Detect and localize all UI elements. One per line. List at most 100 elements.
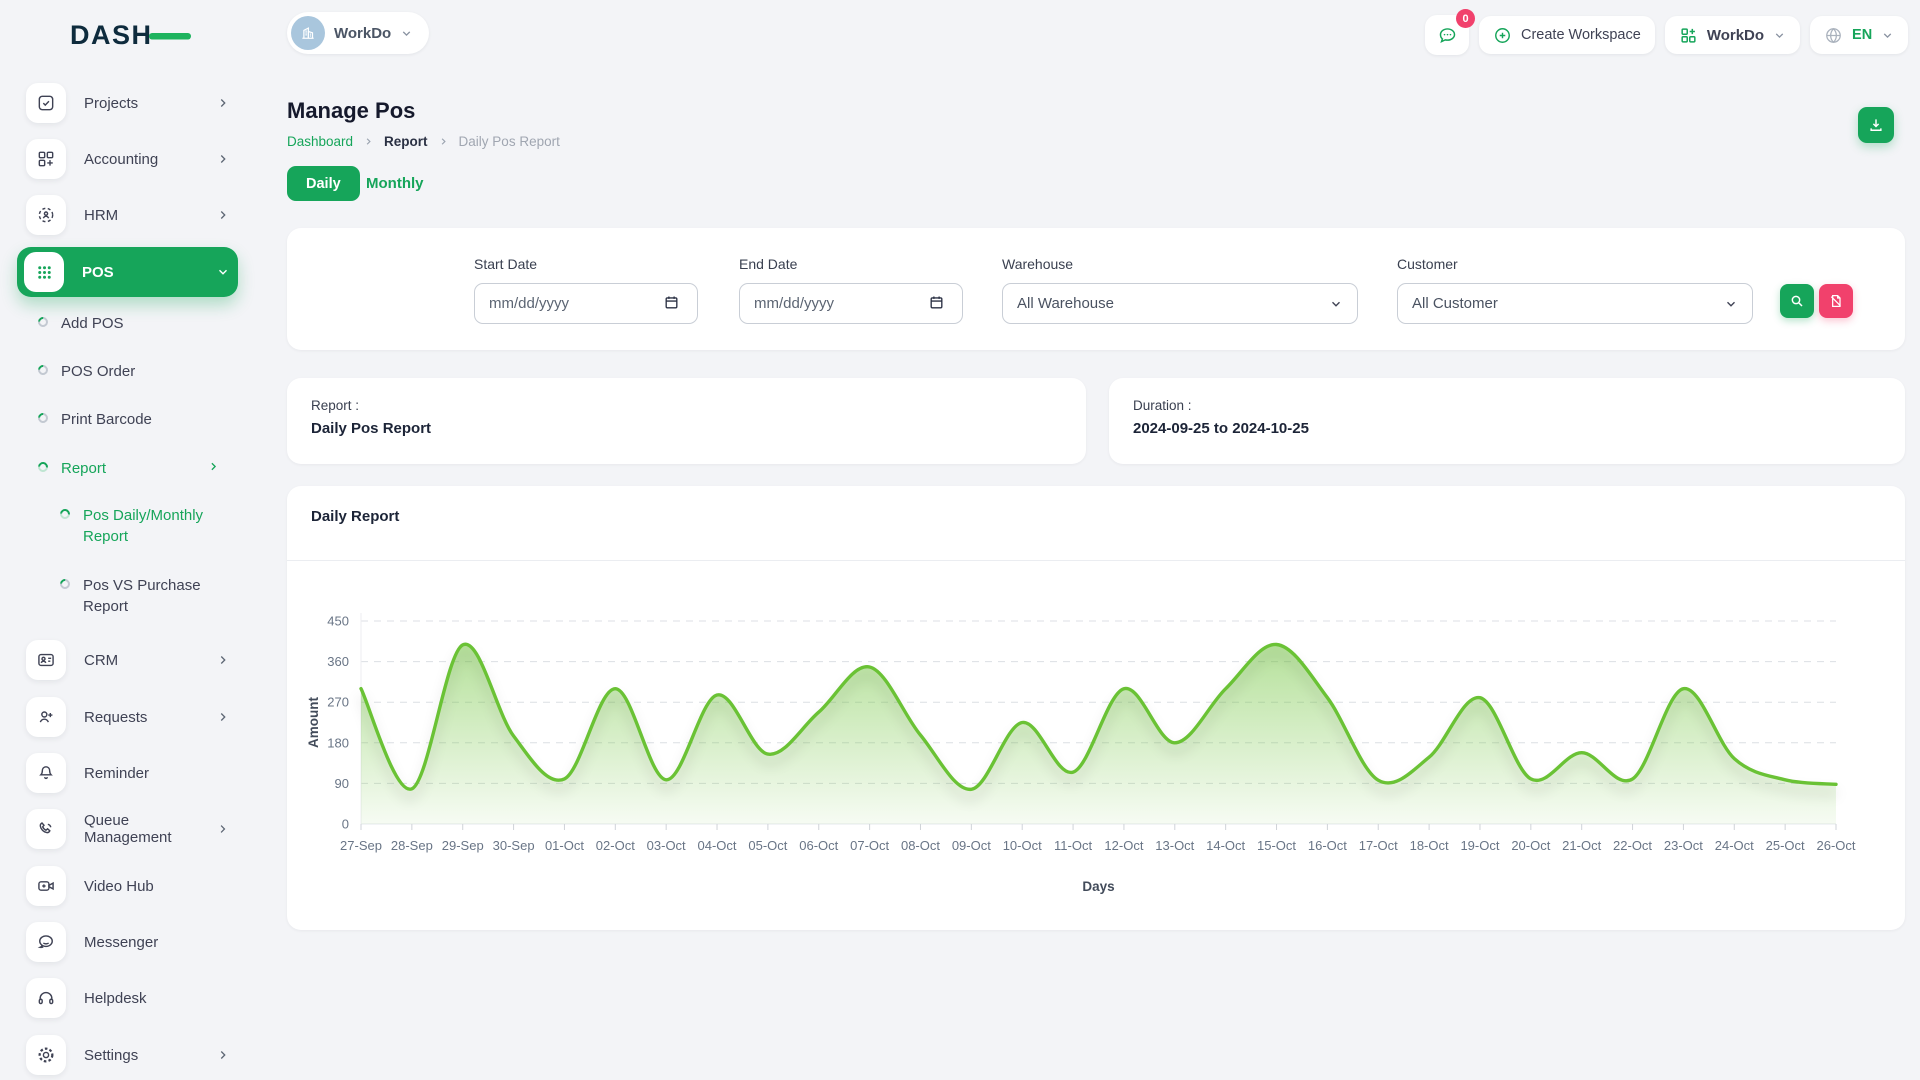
sidebar-item-accounting[interactable]: Accounting [17,139,238,179]
duration-value: 2024-09-25 to 2024-10-25 [1133,420,1309,437]
svg-text:10-Oct: 10-Oct [1003,838,1042,853]
workspace-menu-button[interactable]: WorkDo [1665,16,1800,54]
sidebar-item-report[interactable]: Report [38,458,238,479]
sidebar-item-print-barcode[interactable]: Print Barcode [38,409,238,430]
svg-text:05-Oct: 05-Oct [748,838,787,853]
gear-icon [26,1035,66,1075]
chevron-right-icon [216,710,230,724]
sidebar-item-projects[interactable]: Projects [17,83,238,123]
chat-badge: 0 [1456,9,1475,28]
breadcrumb-link-dashboard[interactable]: Dashboard [287,134,353,149]
svg-text:25-Oct: 25-Oct [1766,838,1805,853]
warehouse-select[interactable]: All Warehouse [1002,283,1358,324]
bullet-icon [58,507,72,521]
svg-text:20-Oct: 20-Oct [1511,838,1550,853]
bullet-icon [36,315,50,329]
video-camera-icon [26,866,66,906]
sidebar-item-label: Queue Management [84,812,216,846]
calendar-icon[interactable] [928,294,945,316]
logo-dash-accent [149,33,191,40]
headset-icon [26,978,66,1018]
sidebar-item-messenger[interactable]: Messenger [17,922,238,962]
checkbox-icon [26,83,66,123]
sidebar-item-label: Helpdesk [84,990,147,1007]
sidebar-item-settings[interactable]: Settings [17,1035,238,1075]
bullet-icon [58,577,72,591]
workspace-name: WorkDo [334,25,391,42]
tab-daily[interactable]: Daily [287,166,360,201]
sidebar-item-label: Accounting [84,151,158,168]
sidebar-item-queue-management[interactable]: Queue Management [17,809,238,849]
duration-label: Duration : [1133,398,1192,413]
sidebar-item-helpdesk[interactable]: Helpdesk [17,978,238,1018]
end-date-label: End Date [739,256,797,272]
svg-text:450: 450 [327,614,349,629]
bullet-icon [36,411,50,425]
calendar-icon[interactable] [663,294,680,316]
start-date-label: Start Date [474,256,537,272]
sidebar-item-label: Reminder [84,765,149,782]
grid-plus-icon [1679,26,1698,45]
breadcrumb-link-report[interactable]: Report [384,134,428,149]
language-selector[interactable]: EN [1810,16,1908,54]
svg-text:04-Oct: 04-Oct [698,838,737,853]
sidebar-item-label: Settings [84,1047,138,1064]
warehouse-select-value: All Warehouse [1017,295,1114,312]
workspace-avatar [291,16,325,50]
breadcrumb: Dashboard Report Daily Pos Report [287,134,560,149]
chat-bubble-icon [26,922,66,962]
filter-card: Start Date End Date Warehouse All Wareho… [287,228,1905,350]
customer-select[interactable]: All Customer [1397,283,1753,324]
svg-text:03-Oct: 03-Oct [647,838,686,853]
phone-icon [26,809,66,849]
sidebar-item-label: Print Barcode [61,409,152,430]
svg-text:07-Oct: 07-Oct [850,838,889,853]
chevron-right-icon [216,96,230,110]
bullet-icon [36,363,50,377]
svg-text:06-Oct: 06-Oct [799,838,838,853]
workspace-menu-label: WorkDo [1707,27,1764,44]
sidebar-item-pos-daily-monthly-report[interactable]: Pos Daily/Monthly Report [60,505,238,548]
sidebar-item-add-pos[interactable]: Add POS [38,313,238,334]
chevron-down-icon [1881,29,1894,42]
search-icon [1789,293,1805,309]
sidebar-item-pos[interactable]: POS [17,247,238,297]
sidebar-item-pos-vs-purchase-report[interactable]: Pos VS Purchase Report [60,575,238,618]
create-workspace-button[interactable]: Create Workspace [1479,16,1655,54]
sidebar-item-label: Projects [84,95,138,112]
download-report-button[interactable] [1858,107,1894,143]
app-logo[interactable]: DASH [70,20,200,50]
sidebar-item-reminder[interactable]: Reminder [17,753,238,793]
svg-text:23-Oct: 23-Oct [1664,838,1703,853]
sidebar-item-video-hub[interactable]: Video Hub [17,866,238,906]
report-label: Report : [311,398,359,413]
svg-text:12-Oct: 12-Oct [1104,838,1143,853]
workspace-switcher[interactable]: WorkDo [287,12,429,54]
sidebar-item-hrm[interactable]: HRM [17,195,238,235]
chevron-down-icon [400,27,413,40]
svg-text:90: 90 [335,776,349,791]
svg-text:24-Oct: 24-Oct [1715,838,1754,853]
report-value: Daily Pos Report [311,420,431,437]
reset-filter-button[interactable] [1819,284,1853,318]
sidebar-item-label: Messenger [84,934,158,951]
sidebar-item-pos-order[interactable]: POS Order [38,361,238,382]
chart-title: Daily Report [311,508,399,525]
chevron-down-icon [1773,29,1786,42]
sidebar-item-label: HRM [84,207,118,224]
chat-button[interactable]: 0 [1425,15,1469,55]
svg-text:08-Oct: 08-Oct [901,838,940,853]
sidebar-item-requests[interactable]: Requests [17,697,238,737]
svg-text:360: 360 [327,654,349,669]
sidebar-item-crm[interactable]: CRM [17,640,238,680]
svg-text:Amount: Amount [306,697,321,748]
download-icon [1867,116,1885,134]
tab-monthly[interactable]: Monthly [366,166,424,201]
chevron-right-icon [216,152,230,166]
svg-text:17-Oct: 17-Oct [1359,838,1398,853]
bullet-icon [36,460,50,474]
svg-text:0: 0 [342,817,349,832]
search-button[interactable] [1780,284,1814,318]
chevron-down-icon [1329,297,1343,311]
svg-text:16-Oct: 16-Oct [1308,838,1347,853]
